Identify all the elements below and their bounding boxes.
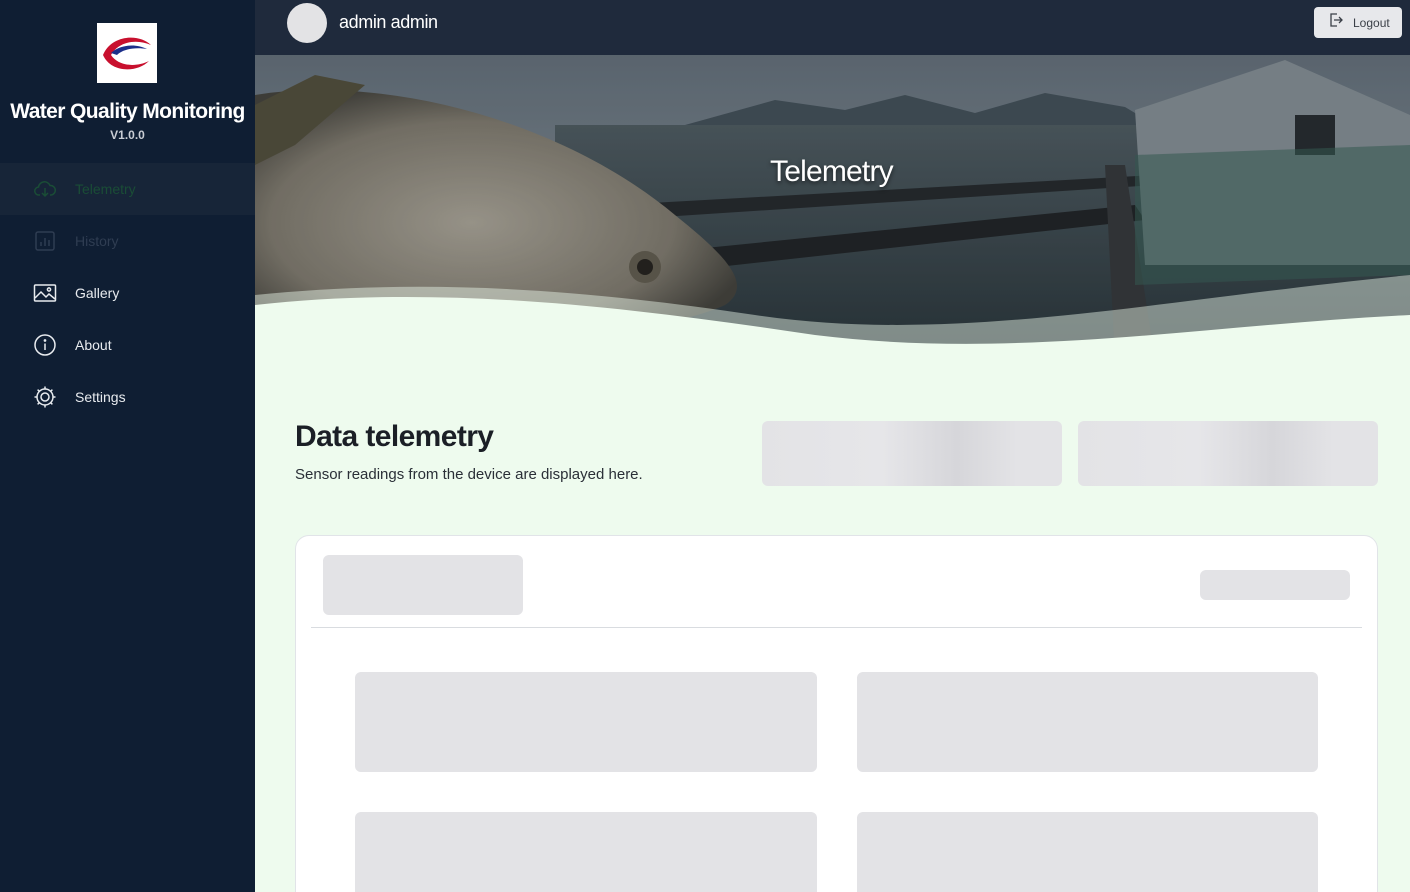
hero-image — [255, 55, 1410, 360]
skeleton-tile — [857, 812, 1318, 892]
sidebar-item-gallery[interactable]: Gallery — [0, 267, 255, 319]
sidebar-item-settings[interactable]: Settings — [0, 371, 255, 423]
skeleton-placeholder — [762, 421, 1062, 486]
skeleton-placeholder — [1078, 421, 1378, 486]
app-logo — [97, 23, 157, 83]
gear-icon — [33, 385, 57, 409]
skeleton-placeholder — [1200, 570, 1350, 600]
sidebar-item-about[interactable]: About — [0, 319, 255, 371]
sidebar-item-label: About — [75, 337, 112, 353]
page-subtitle: Sensor readings from the device are disp… — [295, 466, 643, 483]
sidebar: Water Quality Monitoring V1.0.0 Telemetr… — [0, 0, 255, 892]
sidebar-item-label: Telemetry — [75, 181, 136, 197]
sidebar-item-history[interactable]: History — [0, 215, 255, 267]
hero-title: Telemetry — [770, 155, 894, 188]
sidebar-item-label: Gallery — [75, 285, 120, 301]
sidebar-item-telemetry[interactable]: Telemetry — [0, 163, 255, 215]
logout-icon — [1328, 12, 1344, 33]
skeleton-tile — [857, 672, 1318, 772]
cloud-download-icon — [33, 177, 57, 201]
app-version: V1.0.0 — [110, 128, 145, 142]
skeleton-tile — [355, 812, 817, 892]
topbar: admin admin Logout — [255, 0, 1410, 55]
app-title: Water Quality Monitoring — [10, 100, 245, 123]
username: admin admin — [339, 12, 438, 32]
logout-button[interactable]: Logout — [1314, 7, 1402, 38]
divider — [311, 627, 1362, 628]
logout-label: Logout — [1353, 15, 1390, 30]
avatar[interactable] — [287, 3, 327, 43]
skeleton-tile — [355, 672, 817, 772]
skeleton-placeholder — [323, 555, 523, 615]
hero-banner: Telemetry — [255, 55, 1410, 360]
info-icon — [33, 333, 57, 357]
telemetry-card — [295, 535, 1378, 892]
sidebar-item-label: Settings — [75, 389, 126, 405]
bar-chart-icon — [33, 229, 57, 253]
image-icon — [33, 281, 57, 305]
page-title: Data telemetry — [295, 420, 494, 453]
sidebar-item-label: History — [75, 233, 119, 249]
sidebar-nav: Telemetry History Gallery About Settings — [0, 163, 255, 423]
